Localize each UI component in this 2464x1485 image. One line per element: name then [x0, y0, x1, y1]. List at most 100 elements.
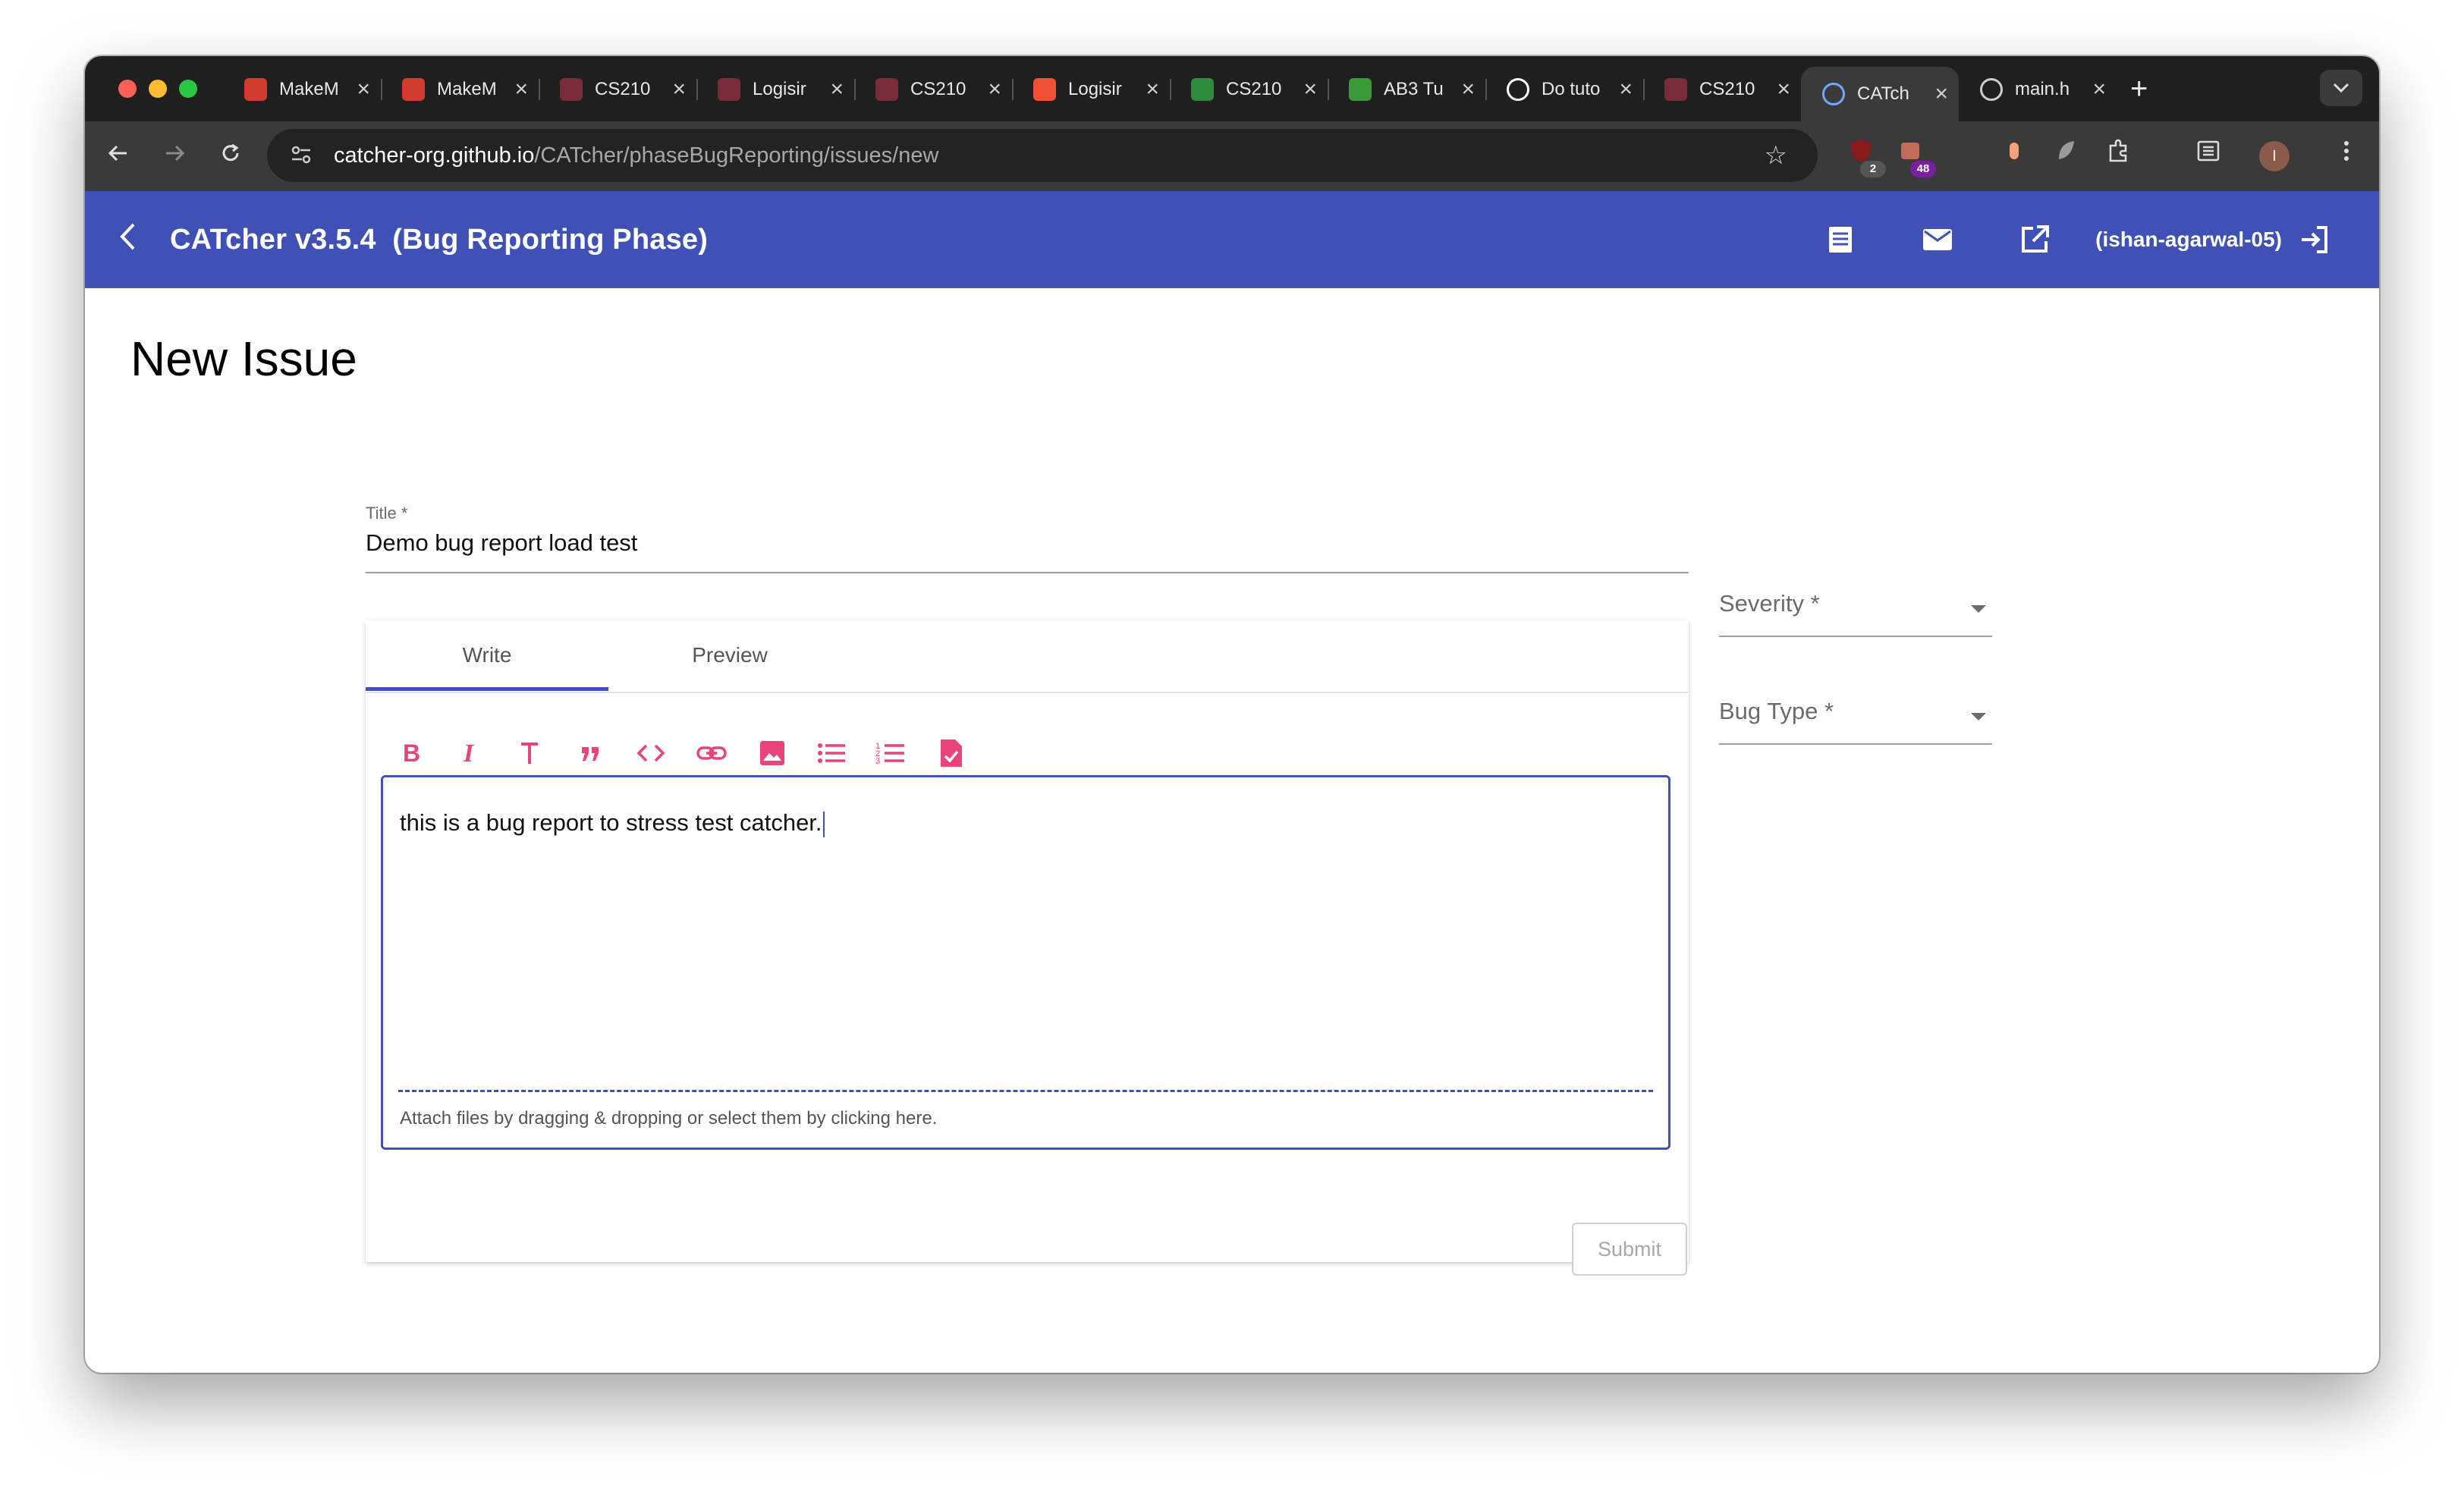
catcher-icon	[1822, 83, 1845, 105]
close-tab-icon[interactable]: ×	[1934, 81, 1948, 107]
back-navigation-button[interactable]	[118, 219, 149, 261]
bold-icon[interactable]: B	[388, 734, 431, 772]
browser-tab-label: CS210	[595, 79, 651, 99]
browser-tab[interactable]: CATch ×	[1801, 67, 1959, 121]
browser-tab-label: Logisir	[1068, 79, 1122, 99]
close-tab-icon[interactable]: ×	[1461, 77, 1475, 102]
browser-tab-label: Do tuto	[1542, 79, 1601, 99]
close-tab-icon[interactable]: ×	[1303, 77, 1317, 102]
bookmark-star-icon[interactable]: ☆	[1765, 140, 1787, 171]
extensions-puzzle-icon[interactable]	[2101, 138, 2136, 173]
url-text: catcher-org.github.io/CATcher/phaseBugRe…	[334, 143, 938, 168]
browser-tab[interactable]: AB3 Tu ×	[1328, 67, 1485, 112]
close-tab-icon[interactable]: ×	[988, 77, 1001, 102]
code-icon[interactable]	[630, 734, 672, 772]
text-caret	[822, 811, 825, 837]
close-tab-icon[interactable]: ×	[514, 77, 528, 102]
description-text[interactable]: this is a bug report to stress test catc…	[400, 809, 825, 837]
document-list-icon	[1829, 227, 1852, 253]
title-field-label: Title *	[366, 504, 408, 523]
description-editor[interactable]: this is a bug report to stress test catc…	[381, 775, 1670, 1150]
site-settings-icon[interactable]	[290, 144, 316, 167]
new-tab-button[interactable]: +	[2130, 72, 2148, 106]
reading-list-icon[interactable]	[2191, 138, 2226, 173]
close-tab-icon[interactable]: ×	[1146, 77, 1159, 102]
forward-button[interactable]	[152, 142, 197, 171]
dropdown-arrow-icon	[1971, 605, 1986, 613]
address-bar[interactable]: catcher-org.github.io/CATcher/phaseBugRe…	[267, 129, 1818, 182]
browser-tab[interactable]: CS210 ×	[539, 67, 696, 112]
nus-shield-icon	[1664, 78, 1687, 101]
page-title: New Issue	[130, 331, 357, 386]
link-icon[interactable]	[690, 734, 733, 772]
bug-type-underline	[1719, 743, 1992, 745]
browser-menu-icon[interactable]	[2329, 138, 2364, 173]
image-icon[interactable]	[751, 734, 794, 772]
close-window-button[interactable]	[118, 80, 137, 98]
browser-toolbar: catcher-org.github.io/CATcher/phaseBugRe…	[85, 121, 2379, 191]
extension-leaf-icon[interactable]	[2048, 138, 2083, 173]
numbered-list-icon[interactable]: 123	[869, 734, 912, 772]
browser-tab[interactable]: main.h ×	[1959, 67, 2117, 112]
close-tab-icon[interactable]: ×	[1777, 77, 1790, 102]
view-list-button[interactable]	[1822, 221, 1859, 258]
zoom-window-button[interactable]	[179, 80, 197, 98]
close-tab-icon[interactable]: ×	[2092, 77, 2106, 102]
ublock-extension-icon[interactable]: 2	[1843, 138, 1886, 177]
description-value: this is a bug report to stress test catc…	[400, 809, 822, 836]
reload-icon	[222, 143, 239, 161]
browser-window: MakeM × MakeM × CS210 × Logisir × CS210 × Logisir ×…	[85, 56, 2379, 1373]
title-input-underline	[366, 572, 1689, 573]
editor-tabs: Write Preview	[366, 620, 1689, 693]
italic-icon[interactable]: I	[449, 734, 492, 772]
tab-preview[interactable]: Preview	[608, 620, 851, 692]
close-tab-icon[interactable]: ×	[1619, 77, 1633, 102]
close-tab-icon[interactable]: ×	[672, 77, 686, 102]
browser-tab[interactable]: CS210 ×	[854, 67, 1012, 112]
browser-tab[interactable]: Logisir ×	[696, 67, 854, 112]
git-icon	[1033, 78, 1056, 101]
app-header: CATcher v3.5.4 (Bug Reporting Phase) (is…	[85, 191, 2379, 288]
tab-write[interactable]: Write	[366, 620, 608, 692]
profile-avatar[interactable]: I	[2259, 141, 2290, 171]
browser-tab[interactable]: MakeM ×	[223, 67, 381, 112]
open-external-icon	[2022, 225, 2049, 253]
makemytrip-icon	[244, 78, 267, 101]
submit-button[interactable]: Submit	[1572, 1223, 1687, 1276]
dropdown-arrow-icon	[1971, 713, 1986, 721]
browser-tab[interactable]: MakeM ×	[381, 67, 539, 112]
reload-button[interactable]	[208, 142, 253, 171]
browser-tab[interactable]: CS210 ×	[1643, 67, 1801, 112]
browser-tab-label: Logisir	[753, 79, 806, 99]
mail-button[interactable]	[1919, 221, 1956, 258]
browser-tab[interactable]: Logisir ×	[1012, 67, 1170, 112]
attach-files-hint[interactable]: Attach files by dragging & dropping or s…	[400, 1108, 937, 1129]
extension-capsule-icon[interactable]	[1997, 138, 2032, 173]
quote-icon[interactable]	[569, 734, 611, 772]
bulleted-list-icon[interactable]	[810, 734, 853, 772]
nus-shield-icon	[875, 78, 898, 101]
arrow-right-icon	[166, 145, 185, 161]
open-external-button[interactable]	[2016, 221, 2053, 258]
extension-icon[interactable]: 48	[1894, 138, 1936, 177]
bug-type-select[interactable]: Bug Type *	[1719, 698, 1992, 746]
globe-icon	[1980, 78, 2003, 101]
minimize-window-button[interactable]	[149, 80, 167, 98]
back-button[interactable]	[96, 142, 141, 171]
app-title: CATcher v3.5.4 (Bug Reporting Phase)	[170, 223, 709, 256]
mail-icon	[1923, 229, 1952, 250]
browser-tab[interactable]: Do tuto ×	[1485, 67, 1643, 112]
severity-select[interactable]: Severity *	[1719, 590, 1992, 639]
browser-tab[interactable]: CS210 ×	[1170, 67, 1328, 112]
close-tab-icon[interactable]: ×	[830, 77, 844, 102]
tab-search-button[interactable]	[2320, 70, 2362, 106]
task-file-icon[interactable]	[930, 734, 973, 772]
arrow-left-icon	[108, 145, 127, 161]
browser-tab-label: CS210	[1226, 79, 1282, 99]
logout-button[interactable]	[2296, 221, 2332, 258]
heading-icon[interactable]	[508, 734, 551, 772]
severity-label: Severity *	[1719, 590, 1820, 617]
title-input[interactable]: Demo bug report load test	[366, 529, 637, 557]
close-tab-icon[interactable]: ×	[357, 77, 370, 102]
graduation-cap-icon	[1191, 78, 1214, 101]
